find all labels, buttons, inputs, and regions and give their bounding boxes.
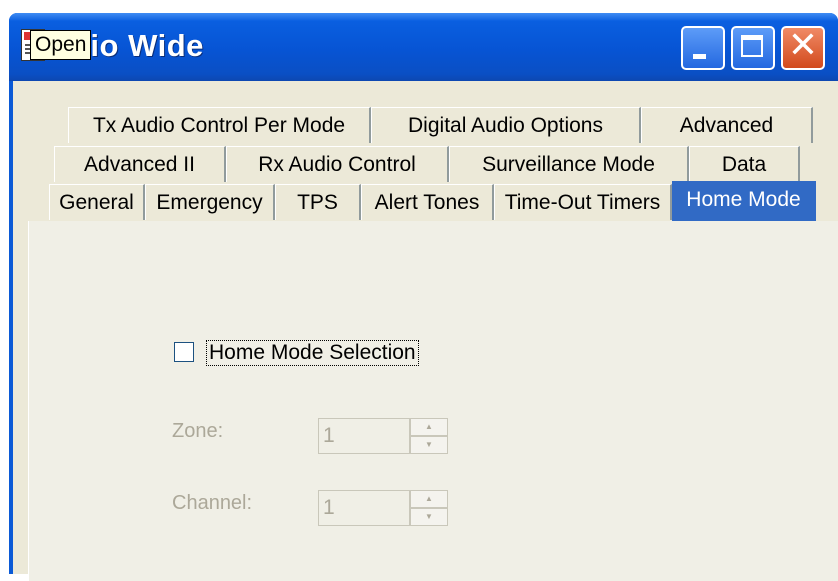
maximize-icon	[741, 35, 763, 57]
maximize-button[interactable]	[731, 26, 775, 70]
channel-spin-down[interactable]: ▼	[410, 508, 448, 526]
tab-digital-audio-options[interactable]: Digital Audio Options	[371, 107, 641, 143]
tab-emergency[interactable]: Emergency	[145, 184, 275, 220]
zone-spin-down[interactable]: ▼	[410, 436, 448, 454]
tab-tps[interactable]: TPS	[275, 184, 361, 220]
tab-advanced[interactable]: Advanced	[641, 107, 813, 143]
tab-rx-audio-control[interactable]: Rx Audio Control	[226, 146, 449, 182]
channel-spin-up[interactable]: ▲	[410, 490, 448, 508]
zone-field[interactable]: 1	[318, 418, 410, 454]
tab-general[interactable]: General	[49, 184, 145, 220]
title-bar[interactable]: dio Wide ✕	[9, 13, 838, 81]
home-mode-panel	[28, 221, 838, 581]
tab-surveillance-mode[interactable]: Surveillance Mode	[449, 146, 689, 182]
close-icon: ✕	[787, 25, 819, 66]
zone-spin-up[interactable]: ▲	[410, 418, 448, 436]
zone-label: Zone:	[172, 420, 224, 442]
tab-home-mode[interactable]: Home Mode	[672, 181, 816, 221]
tab-advanced-ii[interactable]: Advanced II	[54, 146, 226, 182]
close-button[interactable]: ✕	[781, 26, 825, 70]
home-mode-selection-checkbox[interactable]	[174, 342, 194, 362]
tab-alert-tones[interactable]: Alert Tones	[361, 184, 494, 220]
home-mode-selection-label[interactable]: Home Mode Selection	[206, 340, 419, 366]
tab-tx-audio-control-per-mode[interactable]: Tx Audio Control Per Mode	[68, 107, 371, 143]
tab-data[interactable]: Data	[689, 146, 800, 182]
channel-label: Channel:	[172, 492, 253, 514]
tab-time-out-timers[interactable]: Time-Out Timers	[494, 184, 672, 220]
minimize-icon	[693, 54, 706, 59]
minimize-button[interactable]	[681, 26, 725, 70]
tooltip: Open	[30, 30, 92, 60]
channel-field[interactable]: 1	[318, 490, 410, 526]
